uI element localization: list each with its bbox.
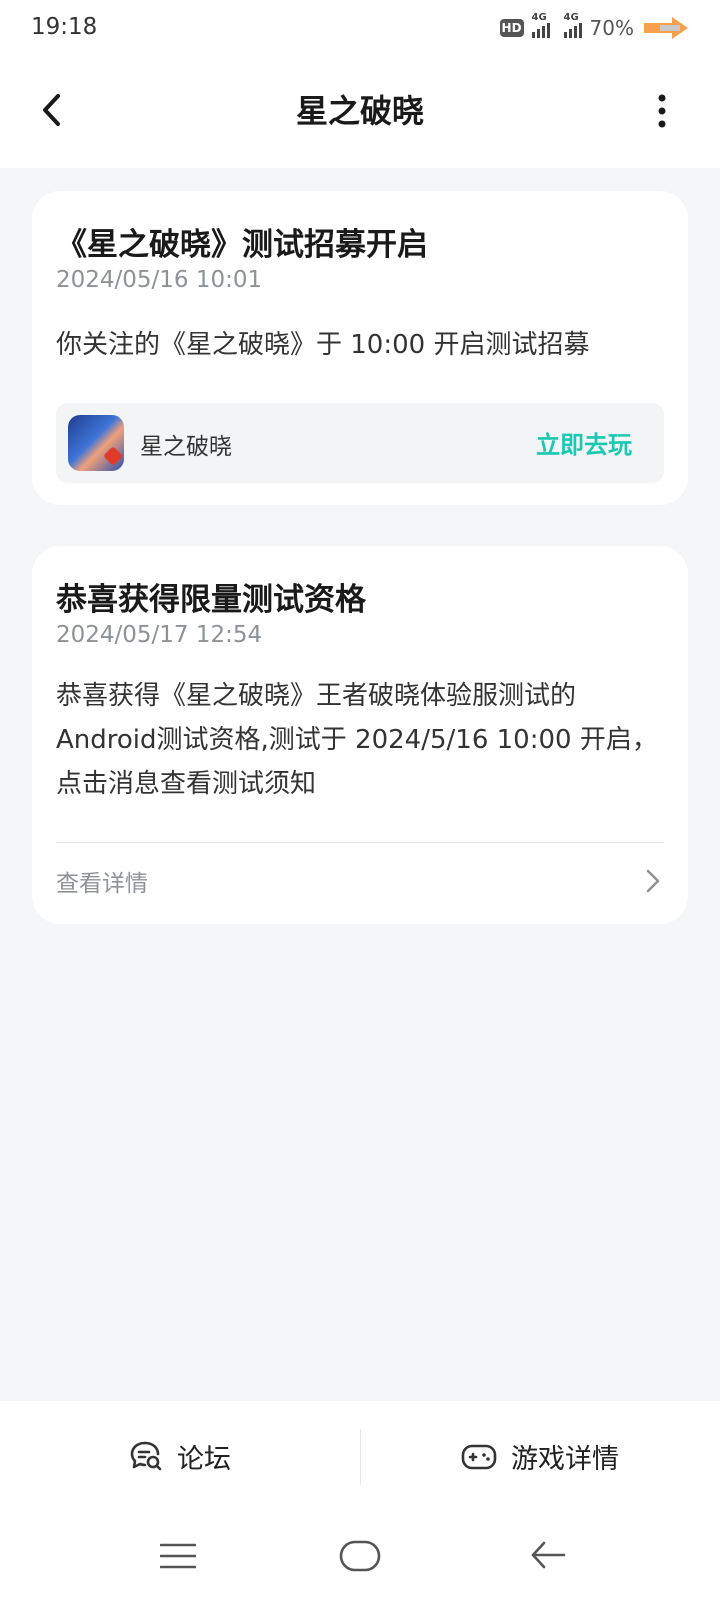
message-body: 恭喜获得《星之破晓》王者破晓体验服测试的Android测试资格,测试于 2024…	[56, 681, 658, 799]
message-card-recruit[interactable]: 《星之破晓》测试招募开启 2024/05/16 10:01 你关注的《星之破晓》…	[32, 191, 688, 505]
page-title: 星之破晓	[295, 92, 424, 130]
signal-icon-2: 4G	[563, 12, 582, 38]
message-title: 恭喜获得限量测试资格	[56, 582, 366, 618]
message-body: 你关注的《星之破晓》于 10:00 开启测试招募	[56, 330, 590, 360]
forum-label: 论坛	[177, 1444, 231, 1475]
forum-button[interactable]: 论坛	[0, 1401, 360, 1512]
divider	[56, 842, 664, 843]
network-type-2: 4G	[563, 12, 579, 23]
battery-percent: 70%	[589, 16, 634, 40]
game-details-label: 游戏详情	[511, 1444, 619, 1475]
game-app-icon	[68, 415, 124, 471]
network-type-1: 4G	[531, 12, 547, 23]
status-bar: 19:18 HD 4G 4G 70%	[0, 0, 720, 56]
message-time: 2024/05/17 12:54	[56, 622, 263, 648]
play-now-button[interactable]: 立即去玩	[536, 425, 632, 460]
signal-icon-1: 4G	[531, 12, 550, 38]
chevron-right-icon[interactable]	[644, 868, 662, 894]
status-indicators: HD 4G 4G 70%	[499, 12, 690, 44]
hd-voice-icon: HD	[499, 19, 524, 37]
message-title: 《星之破晓》测试招募开启	[56, 227, 428, 263]
battery-charging-icon	[644, 17, 688, 39]
forum-icon	[130, 1441, 162, 1470]
message-time: 2024/05/16 10:01	[56, 267, 263, 293]
home-button[interactable]	[339, 1540, 381, 1572]
recent-apps-button[interactable]	[160, 1542, 196, 1570]
bottom-action-bar: 论坛 游戏详情	[0, 1401, 720, 1512]
view-details-link[interactable]: 查看详情	[56, 864, 148, 898]
game-details-button[interactable]: 游戏详情	[360, 1401, 720, 1512]
system-nav-bar	[0, 1512, 720, 1600]
status-time: 19:18	[31, 14, 98, 40]
system-back-button[interactable]	[530, 1538, 566, 1572]
game-entry[interactable]: 星之破晓 立即去玩	[56, 403, 664, 483]
game-name: 星之破晓	[140, 434, 232, 460]
more-options-button[interactable]	[652, 94, 672, 128]
message-card-qualification[interactable]: 恭喜获得限量测试资格 2024/05/17 12:54 恭喜获得《星之破晓》王者…	[32, 546, 688, 924]
app-header: 星之破晓	[0, 56, 720, 168]
gamepad-icon	[461, 1444, 497, 1469]
